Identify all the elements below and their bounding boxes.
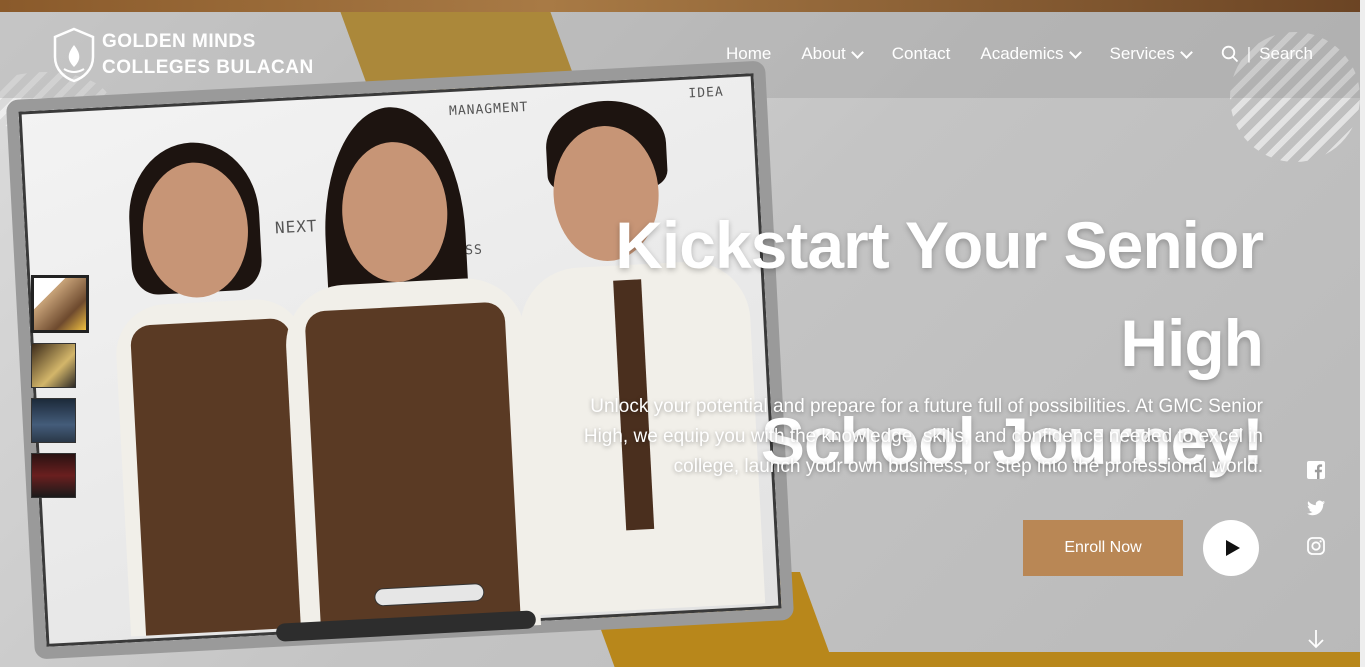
play-video-button[interactable] (1203, 520, 1259, 576)
subtext-line: college, launch your own business, or st… (673, 456, 1263, 477)
search-label: Search (1259, 44, 1313, 63)
headline-line: Kickstart Your Senior High (615, 208, 1264, 380)
slide-thumbnail[interactable] (31, 275, 89, 333)
sketch-word: NEXT (274, 216, 318, 238)
main-nav: Home About Contact Academics Services | … (726, 44, 1313, 64)
subtext-line: Unlock your potential and prepare for a … (590, 396, 1263, 417)
slide-thumbnail[interactable] (31, 343, 76, 388)
hero-subtext: Unlock your potential and prepare for a … (503, 392, 1263, 482)
search-button[interactable]: | Search (1221, 44, 1313, 64)
social-links (1306, 460, 1326, 556)
nav-label: About (801, 44, 846, 63)
brand-logo[interactable]: GOLDEN MINDS COLLEGES BULACAN (52, 27, 314, 83)
slide-thumbnail[interactable] (31, 398, 76, 443)
nav-services[interactable]: Services (1109, 44, 1193, 64)
instagram-icon[interactable] (1306, 536, 1326, 556)
nav-label: Home (725, 44, 772, 63)
sketch-word: IDEA (688, 84, 725, 102)
nav-label: Academics (980, 44, 1064, 63)
brand-line2: COLLEGES BULACAN (102, 57, 314, 78)
slide-thumbnails (31, 275, 89, 498)
nav-label: Contact (891, 44, 951, 63)
top-accent-bar (0, 0, 1365, 12)
gold-stripe-base (820, 652, 1360, 667)
play-icon (1226, 540, 1240, 556)
subtext-line: High, we equip you with the knowledge, s… (583, 426, 1263, 447)
enroll-now-button[interactable]: Enroll Now (1023, 520, 1183, 576)
scrollbar[interactable] (1360, 0, 1365, 667)
search-separator: | (1246, 44, 1252, 63)
chevron-down-icon (1068, 45, 1082, 59)
shield-logo-icon (53, 27, 95, 83)
student-vest (129, 317, 306, 636)
chevron-down-icon (850, 45, 864, 59)
nav-contact[interactable]: Contact (892, 44, 951, 64)
brand-line1: GOLDEN MINDS (102, 31, 256, 52)
facebook-icon[interactable] (1306, 460, 1326, 480)
nav-label: Services (1109, 44, 1175, 63)
twitter-icon[interactable] (1306, 498, 1326, 518)
chevron-down-icon (1179, 45, 1193, 59)
nav-about[interactable]: About (801, 44, 864, 64)
slide-thumbnail[interactable] (31, 453, 76, 498)
search-icon (1221, 45, 1238, 63)
sketch-word: MANAGMENT (448, 99, 529, 120)
nav-academics[interactable]: Academics (980, 44, 1082, 64)
nav-home[interactable]: Home (726, 44, 771, 64)
arrow-down-icon[interactable] (1307, 628, 1325, 650)
brand-name: GOLDEN MINDS COLLEGES BULACAN (102, 29, 314, 81)
